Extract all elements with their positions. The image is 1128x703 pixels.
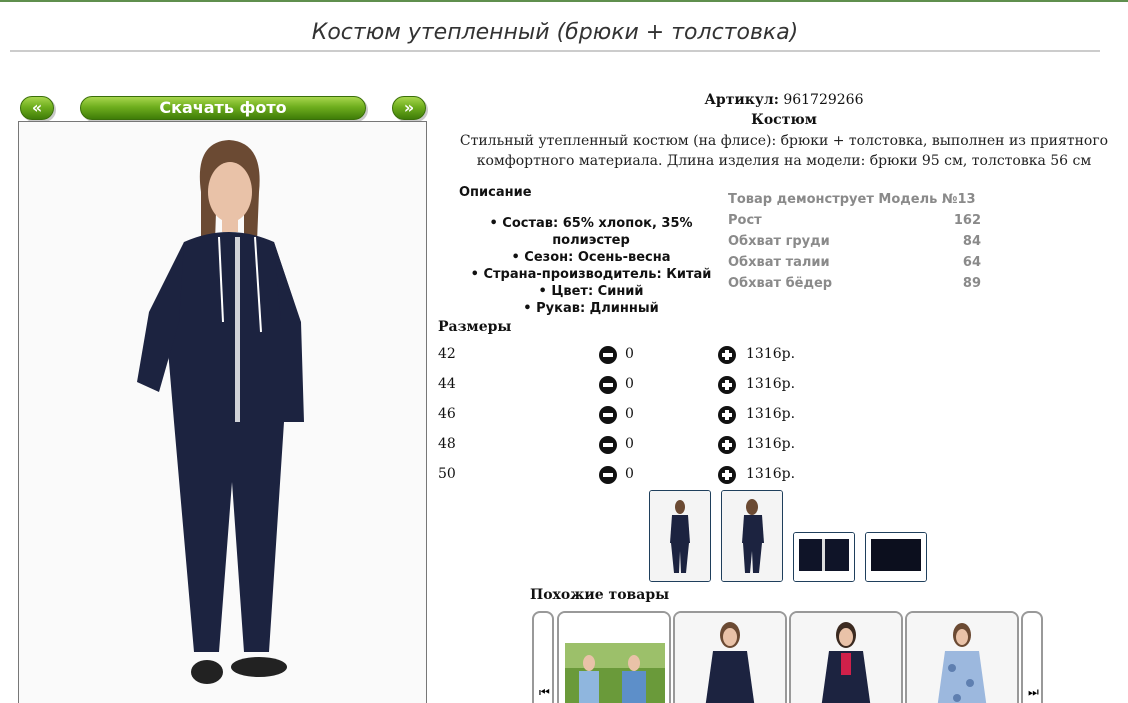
article-line: Артикул: 961729266 [440, 92, 1128, 108]
size-row: 46 0 1316р. [438, 406, 798, 426]
similar-product-card[interactable] [789, 611, 903, 703]
main-product-photo[interactable] [18, 121, 427, 703]
minus-circle-icon[interactable] [599, 406, 617, 424]
size-price: 1316р. [746, 376, 796, 392]
details-item: Состав: 65% хлопок, 35% полиэстер [456, 215, 726, 249]
plus-circle-icon[interactable] [718, 346, 736, 364]
photo-thumbnail[interactable] [649, 490, 711, 582]
size-label: 48 [438, 436, 456, 452]
model-row-value: 84 [962, 234, 981, 249]
size-quantity: 0 [625, 406, 634, 422]
skip-back-icon: ⏮ [539, 685, 550, 699]
model-row: Рост 162 [728, 213, 981, 234]
thumbnail-image [866, 533, 926, 581]
model-row: Обхват груди 84 [728, 234, 981, 255]
size-label: 50 [438, 466, 456, 482]
model-row-label: Обхват талии [728, 255, 830, 270]
details-item: Цвет: Синий [456, 283, 726, 300]
plus-circle-icon[interactable] [718, 436, 736, 454]
photo-thumbnail[interactable] [721, 490, 783, 582]
model-row-label: Рост [728, 213, 762, 228]
article-value: 961729266 [783, 92, 864, 108]
model-row-value: 64 [962, 255, 981, 270]
plus-circle-icon[interactable] [718, 406, 736, 424]
minus-circle-icon[interactable] [599, 346, 617, 364]
size-price: 1316р. [746, 436, 796, 452]
size-label: 44 [438, 376, 456, 392]
size-quantity: 0 [625, 376, 634, 392]
product-type: Костюм [751, 112, 817, 128]
product-description: Стильный утепленный костюм (на флисе): б… [459, 133, 1109, 169]
details-item: Сезон: Осень-весна [456, 249, 726, 266]
similar-product-card[interactable] [905, 611, 1019, 703]
thumbnail-image [794, 533, 854, 581]
title-divider [10, 50, 1100, 52]
details-list: Состав: 65% хлопок, 35% полиэстер Сезон:… [456, 215, 726, 317]
size-price: 1316р. [746, 466, 796, 482]
article-label: Артикул: [704, 92, 779, 108]
details-item: Рукав: Длинный [456, 300, 726, 317]
size-row: 50 0 1316р. [438, 466, 798, 486]
size-label: 42 [438, 346, 456, 362]
size-price: 1316р. [746, 346, 796, 362]
size-price: 1316р. [746, 406, 796, 422]
model-measurements: Товар демонструет Модель №13 Рост 162 Об… [728, 192, 981, 297]
model-figure-illustration [19, 122, 426, 703]
model-row-label: Обхват груди [728, 234, 830, 249]
plus-circle-icon[interactable] [718, 466, 736, 484]
size-quantity: 0 [625, 346, 634, 362]
details-title: Описание [459, 185, 532, 200]
similar-product-image [675, 613, 785, 703]
similar-products-title: Похожие товары [530, 587, 670, 603]
top-accent-line [0, 0, 1128, 2]
size-quantity: 0 [625, 436, 634, 452]
minus-circle-icon[interactable] [599, 436, 617, 454]
photo-thumbnail[interactable] [793, 532, 855, 582]
similar-product-image [559, 613, 669, 703]
download-photo-button[interactable]: Скачать фото [80, 96, 366, 120]
next-photo-button[interactable]: » [392, 96, 426, 120]
model-row: Обхват бёдер 89 [728, 276, 981, 297]
similar-product-card[interactable] [557, 611, 671, 703]
prev-photo-button[interactable]: « [20, 96, 54, 120]
details-item: Страна-производитель: Китай [456, 266, 726, 283]
sizes-title: Размеры [438, 319, 512, 335]
minus-circle-icon[interactable] [599, 376, 617, 394]
plus-circle-icon[interactable] [718, 376, 736, 394]
similar-product-image [791, 613, 901, 703]
similar-product-card[interactable] [673, 611, 787, 703]
size-row: 48 0 1316р. [438, 436, 798, 456]
model-row-label: Обхват бёдер [728, 276, 833, 291]
minus-circle-icon[interactable] [599, 466, 617, 484]
size-row: 42 0 1316р. [438, 346, 798, 366]
size-quantity: 0 [625, 466, 634, 482]
model-row-value: 89 [962, 276, 981, 291]
size-label: 46 [438, 406, 456, 422]
thumbnail-image [722, 491, 782, 581]
skip-forward-icon: ⏭ [1028, 685, 1039, 699]
photo-thumbnail[interactable] [865, 532, 927, 582]
size-row: 44 0 1316р. [438, 376, 798, 396]
model-row-value: 162 [953, 213, 981, 228]
similar-prev-button[interactable]: ⏮ [532, 611, 554, 703]
thumbnail-image [650, 491, 710, 581]
model-row: Обхват талии 64 [728, 255, 981, 276]
page-title: Костюм утепленный (брюки + толстовка) [311, 20, 799, 45]
similar-next-button[interactable]: ⏭ [1021, 611, 1043, 703]
model-title: Товар демонструет Модель №13 [728, 192, 976, 207]
similar-product-image [907, 613, 1017, 703]
